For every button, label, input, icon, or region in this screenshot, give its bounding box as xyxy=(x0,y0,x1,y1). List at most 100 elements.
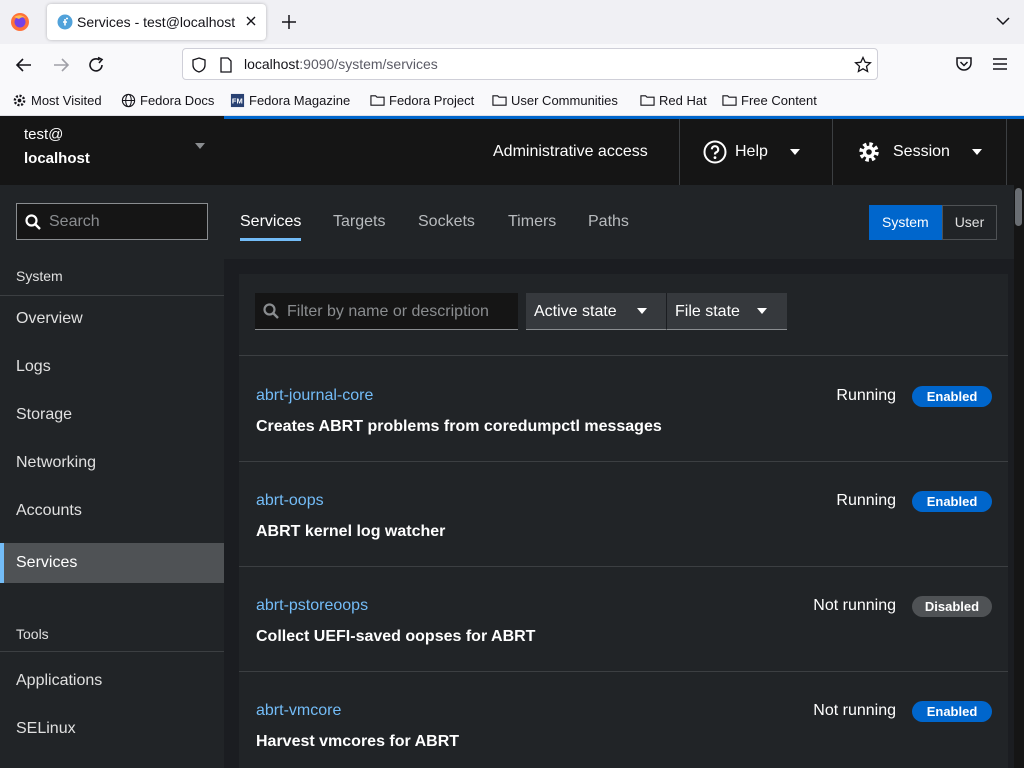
bookmark-label: Fedora Docs xyxy=(140,92,215,108)
bookmark-label: Most Visited xyxy=(31,92,102,108)
tab-paths[interactable]: Paths xyxy=(588,213,629,231)
system-user-toggle: System User xyxy=(869,205,998,240)
sidebar-item-overview[interactable]: Overview xyxy=(0,299,224,339)
scrollbar[interactable] xyxy=(1014,185,1024,768)
masthead: Administrative access Help Session xyxy=(224,119,1024,185)
new-tab-plus-icon[interactable] xyxy=(281,14,297,30)
tab-sockets[interactable]: Sockets xyxy=(418,213,475,231)
file-state-dropdown[interactable]: File state xyxy=(666,293,787,330)
browser-nav-bar: localhost:9090/system/services xyxy=(0,44,1024,84)
tab-timers[interactable]: Timers xyxy=(508,213,556,231)
filter-search[interactable] xyxy=(255,293,518,330)
bookmark-user-communities[interactable]: User Communities xyxy=(492,91,618,109)
bookmark-most-visited[interactable]: Most Visited xyxy=(12,91,102,109)
service-name-link[interactable]: abrt-journal-core xyxy=(256,387,373,405)
fedora-favicon-icon xyxy=(57,14,73,30)
bookmark-fedora-project[interactable]: Fedora Project xyxy=(370,91,474,109)
sidebar-search[interactable] xyxy=(16,203,208,240)
sidebar-section-tools: Tools xyxy=(16,626,49,642)
app-menu-hamburger-icon[interactable] xyxy=(992,57,1008,71)
active-state-label: Active state xyxy=(534,303,617,320)
sidebar-item-logs[interactable]: Logs xyxy=(0,347,224,387)
service-row[interactable]: abrt-pstoreoops Collect UEFI-saved oopse… xyxy=(239,567,1008,672)
bookmark-label: Fedora Project xyxy=(389,92,475,108)
tab-services[interactable]: Services xyxy=(240,213,301,231)
sidebar-item-networking[interactable]: Networking xyxy=(0,443,224,483)
service-row[interactable]: abrt-oops ABRT kernel log watcher Runnin… xyxy=(239,462,1008,567)
active-state-dropdown[interactable]: Active state xyxy=(526,293,666,330)
help-circle-icon xyxy=(703,140,727,164)
help-menu-button[interactable]: Help xyxy=(703,139,800,165)
file-state-badge: Enabled xyxy=(912,491,992,512)
active-tab-underline xyxy=(240,238,301,241)
caret-down-icon xyxy=(789,149,800,155)
service-row[interactable]: abrt-vmcore Harvest vmcores for ABRT Not… xyxy=(239,672,1008,768)
sidebar-item-selinux[interactable]: SELinux xyxy=(0,709,224,749)
file-state-badge: Disabled xyxy=(912,596,992,617)
sidebar-item-accounts[interactable]: Accounts xyxy=(0,491,224,531)
filter-input[interactable] xyxy=(287,302,512,322)
service-row[interactable]: abrt-journal-core Creates ABRT problems … xyxy=(239,357,1008,462)
caret-down-icon xyxy=(195,143,205,149)
service-name-link[interactable]: abrt-oops xyxy=(256,492,324,510)
administrative-access-button[interactable]: Administrative access xyxy=(493,143,648,161)
divider xyxy=(1006,119,1007,185)
page-info-icon[interactable] xyxy=(219,57,233,73)
fedora-magazine-icon: FM xyxy=(230,93,245,107)
service-description: ABRT kernel log watcher xyxy=(256,523,446,540)
folder-icon xyxy=(722,94,737,106)
service-name-link[interactable]: abrt-vmcore xyxy=(256,702,341,720)
search-icon xyxy=(263,303,279,319)
url-text[interactable]: localhost:9090/system/services xyxy=(244,56,438,72)
toggle-system[interactable]: System xyxy=(869,205,942,240)
sidebar-item-services[interactable]: Services xyxy=(0,543,224,583)
tracking-shield-icon[interactable] xyxy=(191,57,207,73)
address-bar[interactable]: localhost:9090/system/services xyxy=(182,48,878,80)
service-active-state: Not running xyxy=(813,702,896,719)
folder-icon xyxy=(370,94,385,106)
browser-tab-active[interactable]: Services - test@localhost xyxy=(47,4,266,40)
service-active-state: Running xyxy=(836,387,896,404)
bookmarks-toolbar: Most Visited Fedora Docs FM Fedora Magaz… xyxy=(0,84,1024,116)
folder-icon xyxy=(640,94,655,106)
search-icon xyxy=(25,214,41,230)
bookmark-red-hat[interactable]: Red Hat xyxy=(640,91,707,109)
cockpit-app: test@ localhost System Overview Logs Sto… xyxy=(0,116,1024,768)
gear-icon xyxy=(859,142,879,162)
host-switcher[interactable]: test@ localhost xyxy=(0,116,224,185)
bookmark-fedora-docs[interactable]: Fedora Docs xyxy=(121,91,214,109)
bookmark-star-icon[interactable] xyxy=(854,56,872,74)
sidebar-item-storage[interactable]: Storage xyxy=(0,395,224,435)
services-subnav: Services Targets Sockets Timers Paths Sy… xyxy=(224,185,1014,259)
divider xyxy=(832,119,833,185)
back-arrow-icon[interactable] xyxy=(15,56,33,74)
service-active-state: Running xyxy=(836,492,896,509)
toggle-user[interactable]: User xyxy=(941,205,998,240)
list-all-tabs-chevron-icon[interactable] xyxy=(996,16,1010,26)
bookmark-fedora-magazine[interactable]: FM Fedora Magazine xyxy=(230,91,350,109)
bookmark-label: Fedora Magazine xyxy=(249,92,351,108)
service-name-link[interactable]: abrt-pstoreoops xyxy=(256,597,368,615)
bookmark-free-content[interactable]: Free Content xyxy=(722,91,817,109)
sidebar-item-applications[interactable]: Applications xyxy=(0,661,224,701)
url-host: localhost xyxy=(244,56,300,72)
sidebar-search-input[interactable] xyxy=(49,212,199,232)
pocket-icon[interactable] xyxy=(955,56,973,72)
session-menu-button[interactable]: Session xyxy=(857,139,982,165)
tab-title: Services - test@localhost xyxy=(77,14,236,30)
close-tab-icon[interactable] xyxy=(244,14,258,28)
service-description: Creates ABRT problems from coredumpctl m… xyxy=(256,418,662,435)
bookmark-label: Red Hat xyxy=(659,92,707,108)
file-state-badge: Enabled xyxy=(912,701,992,722)
caret-down-icon xyxy=(757,308,767,314)
reload-icon[interactable] xyxy=(87,56,105,74)
forward-arrow-icon[interactable] xyxy=(52,56,70,74)
svg-text:FM: FM xyxy=(232,96,243,105)
bookmark-label: Free Content xyxy=(741,92,817,108)
firefox-logo-icon[interactable] xyxy=(10,12,30,32)
divider xyxy=(0,295,224,296)
tab-targets[interactable]: Targets xyxy=(333,213,385,231)
scrollbar-thumb[interactable] xyxy=(1015,188,1022,226)
service-active-state: Not running xyxy=(813,597,896,614)
service-description: Collect UEFI-saved oopses for ABRT xyxy=(256,628,536,645)
